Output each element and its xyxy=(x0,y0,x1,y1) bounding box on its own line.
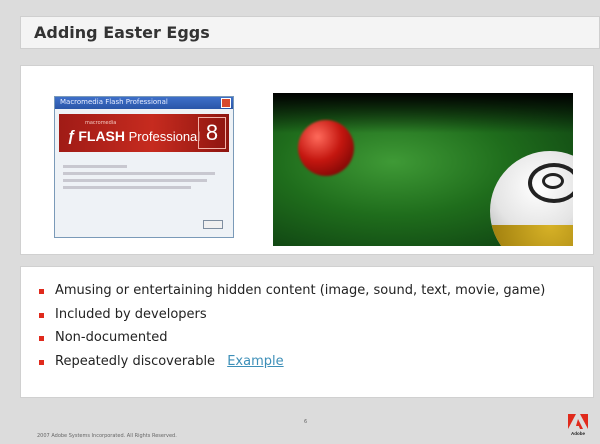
list-item: Repeatedly discoverable Example xyxy=(33,354,545,378)
images-panel: Macromedia Flash Professional macromedia… xyxy=(20,65,594,255)
flash-small-label: macromedia xyxy=(85,120,117,126)
flash-banner: macromedia ƒ FLASH Professional 8 xyxy=(59,114,229,152)
adobe-logo-text: Adobe xyxy=(571,431,585,436)
title-bar: Adding Easter Eggs xyxy=(20,16,600,49)
flash-dialog-titlebar: Macromedia Flash Professional xyxy=(55,97,233,109)
ball-stripe xyxy=(490,225,573,246)
bullets-panel: Amusing or entertaining hidden content (… xyxy=(20,266,594,398)
ok-button xyxy=(203,220,223,229)
bullet-icon xyxy=(39,336,44,341)
bullet-icon xyxy=(39,359,44,365)
flash-dialog-body xyxy=(63,161,223,193)
bullet-list: Amusing or entertaining hidden content (… xyxy=(33,283,545,377)
list-item: Included by developers xyxy=(33,307,545,331)
adobe-logo-icon: Adobe xyxy=(568,414,588,436)
list-item: Amusing or entertaining hidden content (… xyxy=(33,283,545,307)
page-number: 6 xyxy=(304,419,308,425)
slide: Adding Easter Eggs Macromedia Flash Prof… xyxy=(0,0,600,444)
bullet-text: Included by developers xyxy=(55,306,207,322)
flash-f-icon: ƒ xyxy=(67,128,76,145)
flash-logo: ƒ FLASH Professional xyxy=(67,128,200,145)
list-item: Non-documented xyxy=(33,330,545,354)
footer-copyright: 2007 Adobe Systems Incorporated. All Rig… xyxy=(37,433,177,439)
flash-brand: FLASH xyxy=(78,128,126,144)
white-ball xyxy=(490,151,573,246)
ball-ring-inner xyxy=(542,173,564,189)
easter-egg-3d-scene-image xyxy=(273,93,573,246)
bullet-text: Repeatedly discoverable xyxy=(55,353,216,369)
bullet-text: Amusing or entertaining hidden content (… xyxy=(55,283,546,298)
flash-dialog-title: Macromedia Flash Professional xyxy=(60,98,168,106)
close-icon xyxy=(221,98,231,108)
slide-title: Adding Easter Eggs xyxy=(34,23,210,42)
bullet-text: Non-documented xyxy=(55,330,168,345)
flash-product: Professional xyxy=(128,129,201,144)
example-link[interactable]: Example xyxy=(227,354,283,369)
red-ball xyxy=(298,120,354,176)
flash-version: 8 xyxy=(198,117,226,149)
bullet-icon xyxy=(39,312,44,318)
bullet-icon xyxy=(39,289,44,294)
flash-splash-screenshot: Macromedia Flash Professional macromedia… xyxy=(54,96,234,238)
